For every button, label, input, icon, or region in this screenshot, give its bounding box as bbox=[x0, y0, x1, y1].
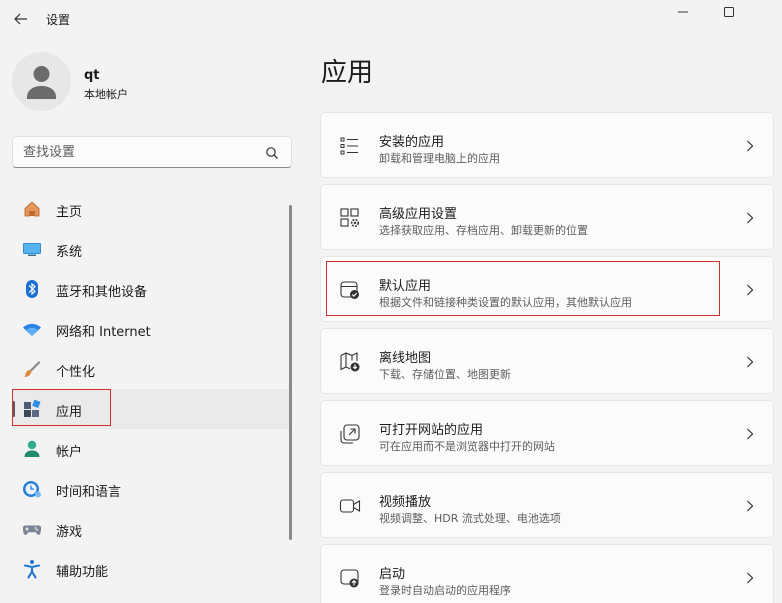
sidebar-item-label: 主页 bbox=[56, 205, 83, 220]
card-title: 安装的应用 bbox=[379, 135, 445, 150]
video-icon bbox=[339, 499, 361, 513]
window-title: 设置 bbox=[46, 13, 71, 27]
sidebar-item-label: 网络和 Internet bbox=[56, 325, 151, 340]
search-icon[interactable] bbox=[265, 146, 279, 160]
search-input[interactable] bbox=[23, 143, 253, 161]
card-title: 离线地图 bbox=[379, 351, 432, 366]
sidebar-scrollbar[interactable] bbox=[289, 205, 292, 540]
sidebar-item-label: 帐户 bbox=[56, 445, 83, 460]
apps-icon bbox=[24, 399, 41, 417]
sidebar-item-label: 时间和语言 bbox=[56, 485, 122, 500]
title-bar: 设置 bbox=[0, 0, 782, 40]
gamepad-icon bbox=[22, 525, 42, 535]
sidebar-item-label: 系统 bbox=[56, 245, 83, 260]
app-settings-icon bbox=[340, 208, 360, 228]
accessibility-icon bbox=[24, 560, 40, 579]
chevron-right-icon bbox=[747, 428, 754, 440]
sidebar-item-label: 应用 bbox=[56, 405, 83, 420]
card-description: 卸载和管理电脑上的应用 bbox=[379, 152, 500, 165]
startup-icon bbox=[340, 569, 359, 588]
back-button[interactable] bbox=[10, 8, 32, 30]
wifi-icon bbox=[23, 323, 41, 336]
sidebar-item-home[interactable]: 主页 bbox=[12, 189, 290, 229]
sidebar-item-personalization[interactable]: 个性化 bbox=[12, 349, 290, 389]
card-description: 选择获取应用、存档应用、卸载更新的位置 bbox=[379, 224, 588, 237]
card-description: 下载、存储位置、地图更新 bbox=[379, 368, 511, 381]
avatar[interactable] bbox=[12, 52, 71, 111]
card-title: 高级应用设置 bbox=[379, 207, 458, 222]
back-arrow-icon bbox=[14, 13, 27, 25]
home-icon bbox=[24, 201, 40, 217]
selection-indicator bbox=[12, 401, 15, 417]
person-icon bbox=[27, 66, 56, 99]
card-title: 可打开网站的应用 bbox=[379, 423, 484, 438]
monitor-icon bbox=[23, 243, 41, 256]
globe-clock-icon bbox=[23, 481, 41, 498]
page-title: 应用 bbox=[321, 58, 374, 88]
default-apps-icon bbox=[340, 281, 359, 299]
sidebar-item-apps[interactable]: 应用 bbox=[12, 389, 290, 429]
sidebar-item-label: 个性化 bbox=[56, 365, 96, 380]
chevron-right-icon bbox=[747, 572, 754, 584]
card-apps-for-websites[interactable]: 可打开网站的应用 可在应用而不是浏览器中打开的网站 bbox=[320, 400, 774, 466]
chevron-right-icon bbox=[747, 500, 754, 512]
card-description: 视频调整、HDR 流式处理、电池选项 bbox=[379, 512, 561, 525]
card-startup[interactable]: 启动 登录时自动启动的应用程序 bbox=[320, 544, 774, 603]
list-icon bbox=[340, 137, 358, 155]
maximize-button[interactable] bbox=[706, 0, 752, 24]
sidebar-item-accounts[interactable]: 帐户 bbox=[12, 429, 290, 469]
account-type: 本地帐户 bbox=[84, 88, 128, 101]
chevron-right-icon bbox=[747, 140, 754, 152]
user-name: qt bbox=[84, 68, 100, 83]
card-offline-maps[interactable]: 离线地图 下载、存储位置、地图更新 bbox=[320, 328, 774, 394]
sidebar-item-label: 辅助功能 bbox=[56, 565, 109, 580]
settings-cards: 安装的应用 卸载和管理电脑上的应用 高级应用设置 选择获取应用、存档应用、卸载更… bbox=[320, 112, 774, 603]
card-advanced-app-settings[interactable]: 高级应用设置 选择获取应用、存档应用、卸载更新的位置 bbox=[320, 184, 774, 250]
card-installed-apps[interactable]: 安装的应用 卸载和管理电脑上的应用 bbox=[320, 112, 774, 178]
chevron-right-icon bbox=[747, 212, 754, 224]
minimize-button[interactable] bbox=[660, 0, 706, 24]
sidebar-nav: 主页 系统 蓝牙和其他设备 网络和 Internet 个性化 应用 帐户 时间和… bbox=[12, 189, 290, 589]
card-description: 根据文件和链接种类设置的默认应用，其他默认应用 bbox=[379, 296, 632, 309]
minimize-icon bbox=[678, 11, 688, 13]
maximize-icon bbox=[724, 7, 734, 17]
card-description: 可在应用而不是浏览器中打开的网站 bbox=[379, 440, 555, 453]
close-button[interactable] bbox=[752, 0, 782, 24]
sidebar-item-system[interactable]: 系统 bbox=[12, 229, 290, 269]
sidebar-item-network[interactable]: 网络和 Internet bbox=[12, 309, 290, 349]
bluetooth-icon bbox=[26, 280, 38, 298]
open-website-icon bbox=[340, 424, 360, 444]
chevron-right-icon bbox=[747, 356, 754, 368]
card-title: 视频播放 bbox=[379, 495, 432, 510]
chevron-right-icon bbox=[747, 284, 754, 296]
sidebar-item-bluetooth[interactable]: 蓝牙和其他设备 bbox=[12, 269, 290, 309]
card-title: 启动 bbox=[379, 567, 406, 582]
sidebar-item-time-language[interactable]: 时间和语言 bbox=[12, 469, 290, 509]
card-description: 登录时自动启动的应用程序 bbox=[379, 584, 511, 597]
sidebar-item-label: 游戏 bbox=[56, 525, 83, 540]
search-box[interactable] bbox=[12, 136, 292, 168]
account-icon bbox=[24, 440, 40, 457]
card-video-playback[interactable]: 视频播放 视频调整、HDR 流式处理、电池选项 bbox=[320, 472, 774, 538]
card-title: 默认应用 bbox=[379, 279, 432, 294]
offline-map-icon bbox=[340, 352, 360, 372]
sidebar-item-label: 蓝牙和其他设备 bbox=[56, 285, 148, 300]
sidebar-item-gaming[interactable]: 游戏 bbox=[12, 509, 290, 549]
card-default-apps[interactable]: 默认应用 根据文件和链接种类设置的默认应用，其他默认应用 bbox=[320, 256, 774, 322]
sidebar-item-accessibility[interactable]: 辅助功能 bbox=[12, 549, 290, 589]
brush-icon bbox=[24, 361, 41, 377]
